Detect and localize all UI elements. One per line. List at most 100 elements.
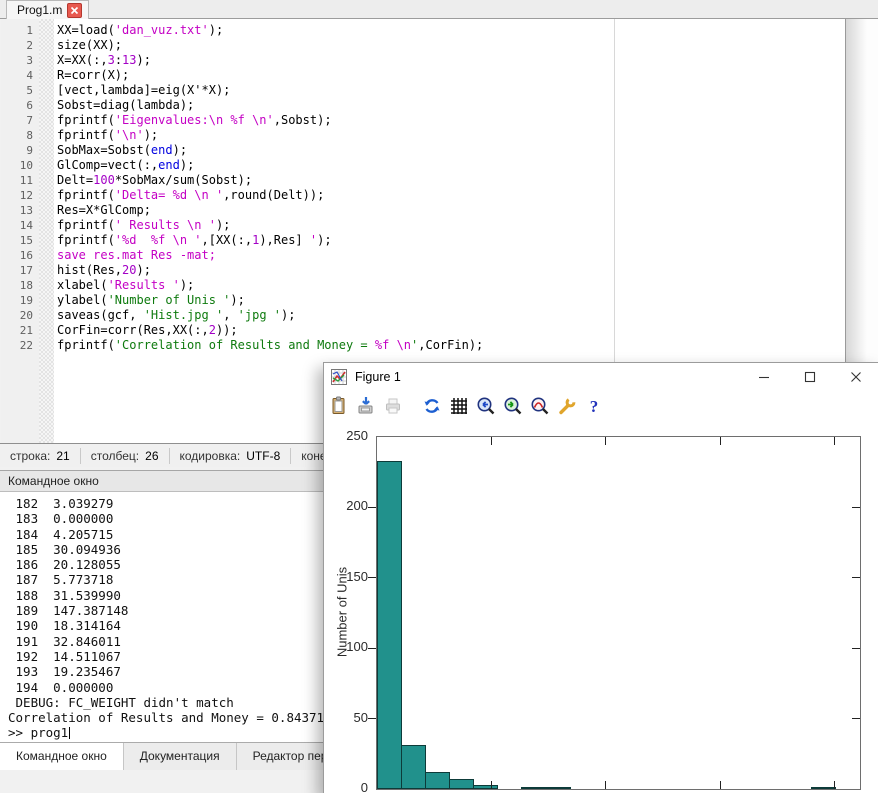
figure-title-bar[interactable]: Figure 1 bbox=[324, 363, 878, 392]
close-button[interactable] bbox=[833, 363, 878, 391]
line-number: 13 bbox=[1, 203, 39, 218]
code-line: Sobst=diag(lambda); bbox=[57, 98, 845, 113]
y-tick-left bbox=[368, 718, 376, 719]
code-line: Delt=100*SobMax/sum(Sobst); bbox=[57, 173, 845, 188]
minimize-button[interactable] bbox=[741, 363, 787, 391]
code-line: Res=X*GlComp; bbox=[57, 203, 845, 218]
figure-window: Figure 1 ? Number of Unis 05010015020025… bbox=[323, 362, 878, 793]
code-token: CorFin=corr(Res,XX(:, bbox=[57, 323, 209, 337]
code-line: hist(Res,20); bbox=[57, 263, 845, 278]
code-token: 'Delta= %d \n ' bbox=[115, 188, 223, 202]
code-token: xlabel( bbox=[57, 278, 108, 292]
zoom-in-icon[interactable] bbox=[503, 396, 523, 416]
figure-toolbar: ? bbox=[324, 391, 878, 422]
code-token: ); bbox=[317, 233, 331, 247]
line-number: 20 bbox=[1, 308, 39, 323]
line-number: 11 bbox=[1, 173, 39, 188]
line-number: 9 bbox=[1, 143, 39, 158]
code-token: , bbox=[223, 308, 237, 322]
line-number: 7 bbox=[1, 113, 39, 128]
code-token: 3 bbox=[108, 53, 115, 67]
line-number: 22 bbox=[1, 338, 39, 353]
editor-tab-bar: Prog1.m bbox=[0, 0, 878, 19]
code-token: ,round(Delt)); bbox=[223, 188, 324, 202]
code-token: fprintf( bbox=[57, 128, 115, 142]
settings-icon[interactable] bbox=[557, 396, 577, 416]
code-token: ); bbox=[209, 23, 223, 37]
grid-icon[interactable] bbox=[449, 396, 469, 416]
line-number: 14 bbox=[1, 218, 39, 233]
line-number: 6 bbox=[1, 98, 39, 113]
maximize-button[interactable] bbox=[787, 363, 833, 391]
code-line: save res.mat Res -mat; bbox=[57, 248, 845, 263]
text-caret bbox=[69, 727, 70, 739]
y-tick-left bbox=[368, 577, 376, 578]
x-tick-top bbox=[491, 437, 492, 445]
help-icon[interactable]: ? bbox=[584, 396, 604, 416]
print-icon[interactable] bbox=[383, 396, 403, 416]
code-token: ); bbox=[180, 278, 194, 292]
code-line: [vect,lambda]=eig(X'*X); bbox=[57, 83, 845, 98]
code-token: saveas(gcf, bbox=[57, 308, 144, 322]
histogram-bar bbox=[546, 787, 571, 789]
code-token: XX=load( bbox=[57, 23, 115, 37]
autoscale-icon[interactable] bbox=[530, 396, 550, 416]
code-token: [vect,lambda]=eig(X'*X); bbox=[57, 83, 230, 97]
command-window-title: Командное окно bbox=[8, 474, 99, 488]
code-token: ,Sobst); bbox=[274, 113, 332, 127]
status-label: строка: bbox=[10, 448, 50, 464]
code-token: Res=X*GlComp; bbox=[57, 203, 151, 217]
code-token: )); bbox=[216, 323, 238, 337]
code-token: X=XX(:, bbox=[57, 53, 108, 67]
code-line: X=XX(:,3:13); bbox=[57, 53, 845, 68]
code-token: 'Correlation of Results and Money = bbox=[115, 338, 375, 352]
x-tick-bottom bbox=[605, 781, 606, 789]
code-token: 'Number of Unis ' bbox=[108, 293, 231, 307]
code-line: fprintf('Eigenvalues:\n %f \n',Sobst); bbox=[57, 113, 845, 128]
status-segment: столбец:26 bbox=[81, 448, 170, 464]
y-tick-right bbox=[852, 718, 860, 719]
status-label: кодировка: bbox=[180, 448, 241, 464]
figure-canvas[interactable]: Number of Unis 050100150200250 bbox=[324, 421, 878, 793]
copy-clipboard-icon[interactable] bbox=[329, 396, 349, 416]
code-token: ); bbox=[173, 143, 187, 157]
code-token: 'Eigenvalues:\n %f \n' bbox=[115, 113, 274, 127]
tab-prog1[interactable]: Prog1.m bbox=[6, 0, 89, 19]
code-token: *SobMax/sum(Sobst); bbox=[115, 173, 252, 187]
y-tick-label: 100 bbox=[328, 639, 368, 654]
code-lines: XX=load('dan_vuz.txt');size(XX);X=XX(:,3… bbox=[57, 19, 845, 353]
line-number: 19 bbox=[1, 293, 39, 308]
code-line: ylabel('Number of Unis '); bbox=[57, 293, 845, 308]
line-number: 12 bbox=[1, 188, 39, 203]
close-tab-icon[interactable] bbox=[67, 3, 82, 18]
y-tick-right bbox=[852, 577, 860, 578]
code-token: ); bbox=[216, 218, 230, 232]
code-token: save res.mat Res -mat; bbox=[57, 248, 216, 262]
histogram-bar bbox=[425, 772, 450, 789]
code-line: saveas(gcf, 'Hist.jpg ', 'jpg '); bbox=[57, 308, 845, 323]
histogram-plot bbox=[376, 436, 861, 790]
code-token: Sobst=diag(lambda); bbox=[57, 98, 194, 112]
code-token: ); bbox=[281, 308, 295, 322]
code-token: : bbox=[115, 53, 122, 67]
dock-tab-1[interactable]: Командное окно bbox=[0, 743, 124, 770]
y-tick-label: 50 bbox=[328, 710, 368, 725]
code-token: 'Hist.jpg ' bbox=[144, 308, 223, 322]
breakpoint-margin[interactable] bbox=[39, 19, 54, 443]
code-line: GlComp=vect(:,end); bbox=[57, 158, 845, 173]
refresh-icon[interactable] bbox=[422, 396, 442, 416]
code-token: 2 bbox=[209, 323, 216, 337]
line-number: 17 bbox=[1, 263, 39, 278]
dock-tab-2[interactable]: Документация bbox=[124, 743, 237, 770]
code-token: fprintf( bbox=[57, 113, 115, 127]
code-token: fprintf( bbox=[57, 218, 115, 232]
code-token: ,CorFin); bbox=[418, 338, 483, 352]
code-token: ' Results \n ' bbox=[115, 218, 216, 232]
line-number: 18 bbox=[1, 278, 39, 293]
save-icon[interactable] bbox=[356, 396, 376, 416]
code-token: Delt= bbox=[57, 173, 93, 187]
y-tick-label: 150 bbox=[328, 569, 368, 584]
zoom-out-icon[interactable] bbox=[476, 396, 496, 416]
code-token: ); bbox=[180, 158, 194, 172]
code-token: size(XX); bbox=[57, 38, 122, 52]
